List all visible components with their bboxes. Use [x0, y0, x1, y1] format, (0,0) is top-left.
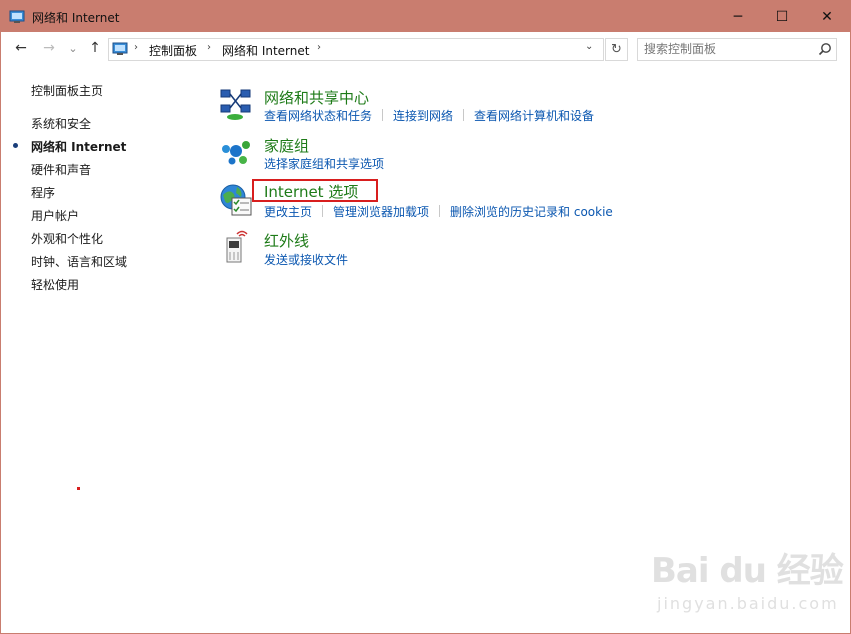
red-dot-marker: [77, 487, 80, 490]
title-bar[interactable]: 网络和 Internet ─ ☐ ✕: [1, 1, 850, 32]
sidebar-item-hardware-sound[interactable]: 硬件和声音: [31, 161, 91, 178]
breadcrumb-network-internet[interactable]: 网络和 Internet: [222, 42, 309, 59]
up-arrow-icon[interactable]: ↑: [86, 39, 104, 57]
sidebar-item-ease-of-access[interactable]: 轻松使用: [31, 276, 79, 293]
infrared-links: 发送或接收文件: [264, 251, 348, 268]
manage-browser-addons-link[interactable]: 管理浏览器加载项: [333, 203, 429, 220]
sidebar-item-appearance[interactable]: 外观和个性化: [31, 230, 103, 247]
homegroup-title[interactable]: 家庭组: [264, 135, 309, 156]
watermark-url: jingyan.baidu.com: [657, 594, 839, 613]
infrared-title[interactable]: 红外线: [264, 230, 309, 251]
internet-options-icon: [220, 184, 252, 216]
search-input[interactable]: [644, 41, 812, 57]
change-homepage-link[interactable]: 更改主页: [264, 203, 312, 220]
highlight-box: [252, 179, 378, 202]
forward-arrow-icon[interactable]: →: [40, 39, 58, 57]
back-arrow-icon[interactable]: ←: [12, 39, 30, 57]
address-bar[interactable]: › 控制面板 › 网络和 Internet › ⌄: [108, 38, 604, 61]
homegroup-sharing-options-link[interactable]: 选择家庭组和共享选项: [264, 155, 384, 172]
breadcrumb-separator[interactable]: ›: [134, 42, 138, 53]
network-sharing-center-title[interactable]: 网络和共享中心: [264, 87, 369, 108]
sidebar-item-programs[interactable]: 程序: [31, 184, 55, 201]
connect-to-network-link[interactable]: 连接到网络: [393, 107, 453, 124]
network-sharing-center-links: 查看网络状态和任务 连接到网络 查看网络计算机和设备: [264, 107, 594, 124]
link-divider: [322, 205, 324, 217]
link-divider: [463, 109, 465, 121]
sidebar-item-user-accounts[interactable]: 用户帐户: [31, 207, 79, 224]
link-divider: [382, 109, 384, 121]
search-icon[interactable]: [818, 42, 832, 56]
maximize-button[interactable]: ☐: [759, 1, 805, 32]
minimize-button[interactable]: ─: [715, 1, 761, 32]
breadcrumb-separator[interactable]: ›: [207, 42, 211, 53]
delete-browsing-history-link[interactable]: 删除浏览的历史记录和 cookie: [450, 203, 613, 220]
homegroup-links: 选择家庭组和共享选项: [264, 155, 384, 172]
window-title: 网络和 Internet: [32, 11, 120, 25]
sidebar-item-home[interactable]: 控制面板主页: [31, 82, 103, 99]
sidebar-item-system-security[interactable]: 系统和安全: [31, 115, 91, 132]
send-receive-files-link[interactable]: 发送或接收文件: [264, 251, 348, 268]
view-network-computers-link[interactable]: 查看网络计算机和设备: [474, 107, 594, 124]
current-item-bullet: [13, 143, 18, 148]
homegroup-icon: [222, 141, 250, 165]
recent-locations-chevron-icon[interactable]: ⌄: [64, 39, 82, 57]
close-button[interactable]: ✕: [804, 1, 850, 32]
refresh-button[interactable]: ↻: [605, 38, 628, 61]
network-center-icon: [220, 89, 251, 120]
baidu-jingyan-watermark: Bai du 经验 jingyan.baidu.com: [651, 539, 844, 619]
breadcrumb-control-panel[interactable]: 控制面板: [149, 42, 197, 59]
sidebar-item-network-internet: 网络和 Internet: [31, 140, 127, 154]
search-box[interactable]: [637, 38, 837, 61]
breadcrumb-separator[interactable]: ›: [317, 42, 321, 53]
control-panel-window: 网络和 Internet ─ ☐ ✕ ← → ⌄ ↑ › 控制面板 › 网络和 …: [0, 0, 851, 634]
internet-options-links: 更改主页 管理浏览器加载项 删除浏览的历史记录和 cookie: [264, 203, 613, 220]
sidebar-item-clock-language-region[interactable]: 时钟、语言和区域: [31, 253, 127, 270]
address-dropdown-icon[interactable]: ⌄: [585, 41, 593, 52]
control-panel-icon: [112, 42, 128, 55]
infrared-icon: [226, 230, 248, 263]
view-network-status-link[interactable]: 查看网络状态和任务: [264, 107, 372, 124]
watermark-logo-text: Bai du 经验: [651, 551, 844, 591]
control-panel-icon: [9, 10, 25, 23]
link-divider: [439, 205, 441, 217]
navigation-toolbar: ← → ⌄ ↑ › 控制面板 › 网络和 Internet › ⌄ ↻: [1, 32, 850, 64]
